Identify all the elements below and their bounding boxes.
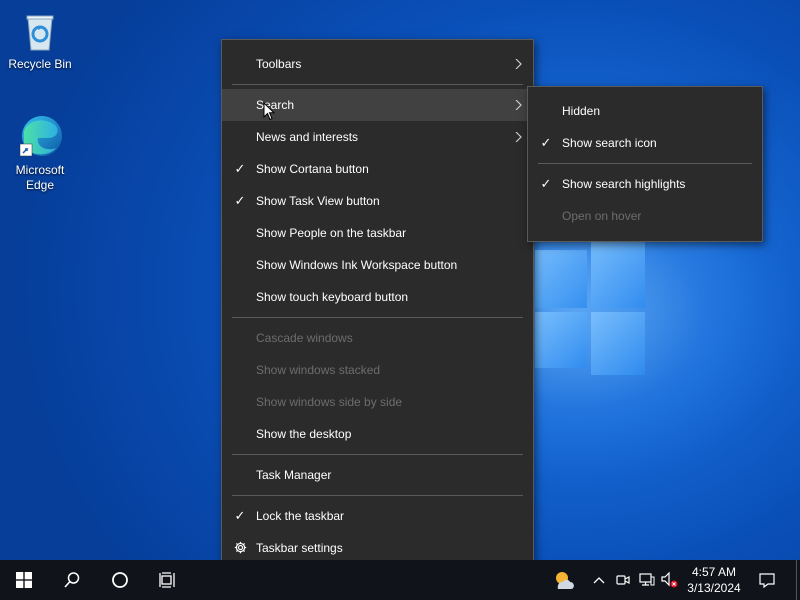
submenu-item-open-on-hover: Open on hover [528,200,762,232]
chevron-up-icon [593,577,605,584]
menu-item-label: Toolbars [256,57,302,71]
menu-item-toolbars[interactable]: Toolbars [222,48,533,80]
checkmark-icon: ✓ [540,135,552,150]
menu-item-windows-side-by-side: Show windows side by side [222,386,533,418]
checkmark-icon: ✓ [234,508,246,523]
menu-item-label: Show Windows Ink Workspace button [256,258,458,272]
cortana-icon [112,572,128,588]
submenu-item-show-search-highlights[interactable]: ✓ Show search highlights [528,168,762,200]
menu-item-label: Show People on the taskbar [256,226,407,240]
edge-icon [16,112,64,160]
desktop-icon-recycle-bin[interactable]: Recycle Bin [2,6,78,72]
menu-item-show-desktop[interactable]: Show the desktop [222,418,533,450]
clock-time: 4:57 AM [691,565,737,579]
menu-item-show-ink-workspace[interactable]: Show Windows Ink Workspace button [222,249,533,281]
menu-separator [232,317,523,318]
checkmark-icon: ✓ [540,176,552,191]
notification-icon [759,573,775,588]
meet-now-button[interactable] [612,560,634,600]
desktop-icon-label: Recycle Bin [8,57,72,71]
menu-item-news-and-interests[interactable]: News and interests [222,121,533,153]
volume-button[interactable] [658,560,680,600]
desktop-icon-label: Microsoft Edge [15,163,65,192]
menu-item-lock-taskbar[interactable]: ✓ Lock the taskbar [222,500,533,532]
mouse-cursor-icon [263,102,275,121]
network-icon [639,573,655,586]
show-desktop-button[interactable] [796,560,800,600]
menu-item-label: Taskbar settings [256,541,343,555]
submenu-item-show-search-icon[interactable]: ✓ Show search icon [528,127,762,159]
recycle-bin-icon [16,6,64,54]
chevron-right-icon [515,132,522,142]
menu-item-label: Task Manager [256,468,332,482]
search-icon [64,572,80,588]
volume-muted-icon [661,572,678,588]
menu-item-show-touch-keyboard[interactable]: Show touch keyboard button [222,281,533,313]
menu-separator [538,163,752,164]
menu-item-label: Show Task View button [256,194,380,208]
menu-item-label: Cascade windows [256,331,353,345]
start-button[interactable] [0,560,48,600]
menu-item-cascade-windows: Cascade windows [222,322,533,354]
search-button[interactable] [48,560,96,600]
menu-item-label: Show windows side by side [256,395,403,409]
menu-item-label: Show windows stacked [256,363,381,377]
menu-item-label: Lock the taskbar [256,509,345,523]
show-hidden-icons-button[interactable] [588,560,610,600]
taskbar-clock[interactable]: 4:57 AM 3/13/2024 [678,560,750,600]
menu-item-label: Show touch keyboard button [256,290,409,304]
menu-item-label: Search [256,98,295,112]
menu-separator [232,495,523,496]
search-submenu: Hidden ✓ Show search icon ✓ Show search … [527,86,763,242]
menu-item-windows-stacked: Show windows stacked [222,354,533,386]
menu-item-show-cortana-button[interactable]: ✓ Show Cortana button [222,153,533,185]
menu-item-show-task-view-button[interactable]: ✓ Show Task View button [222,185,533,217]
windows-logo-wallpaper [535,240,645,375]
menu-item-label: News and interests [256,130,359,144]
clock-date: 3/13/2024 [687,581,741,595]
submenu-item-hidden[interactable]: Hidden [528,95,762,127]
menu-item-label: Hidden [562,104,601,118]
taskbar: 4:57 AM 3/13/2024 [0,560,800,600]
cortana-button[interactable] [96,560,144,600]
weather-partly-cloudy-icon [556,572,574,589]
camera-icon [616,575,630,585]
menu-separator [232,84,523,85]
menu-separator [232,454,523,455]
menu-item-task-manager[interactable]: Task Manager [222,459,533,491]
windows-start-icon [16,572,32,588]
desktop-icon-microsoft-edge[interactable]: Microsoft Edge [2,112,78,193]
menu-item-label: Open on hover [562,209,642,223]
task-view-icon [159,572,175,588]
menu-item-label: Show the desktop [256,427,352,441]
task-view-button[interactable] [144,560,192,600]
checkmark-icon: ✓ [234,193,246,208]
menu-item-label: Show search icon [562,136,657,150]
menu-item-show-people[interactable]: Show People on the taskbar [222,217,533,249]
chevron-right-icon [515,100,522,110]
menu-item-label: Show search highlights [562,177,686,191]
chevron-right-icon [515,59,522,69]
action-center-button[interactable] [752,560,782,600]
menu-item-label: Show Cortana button [256,162,369,176]
network-button[interactable] [636,560,658,600]
news-and-interests-button[interactable] [548,560,580,600]
checkmark-icon: ✓ [234,161,246,176]
